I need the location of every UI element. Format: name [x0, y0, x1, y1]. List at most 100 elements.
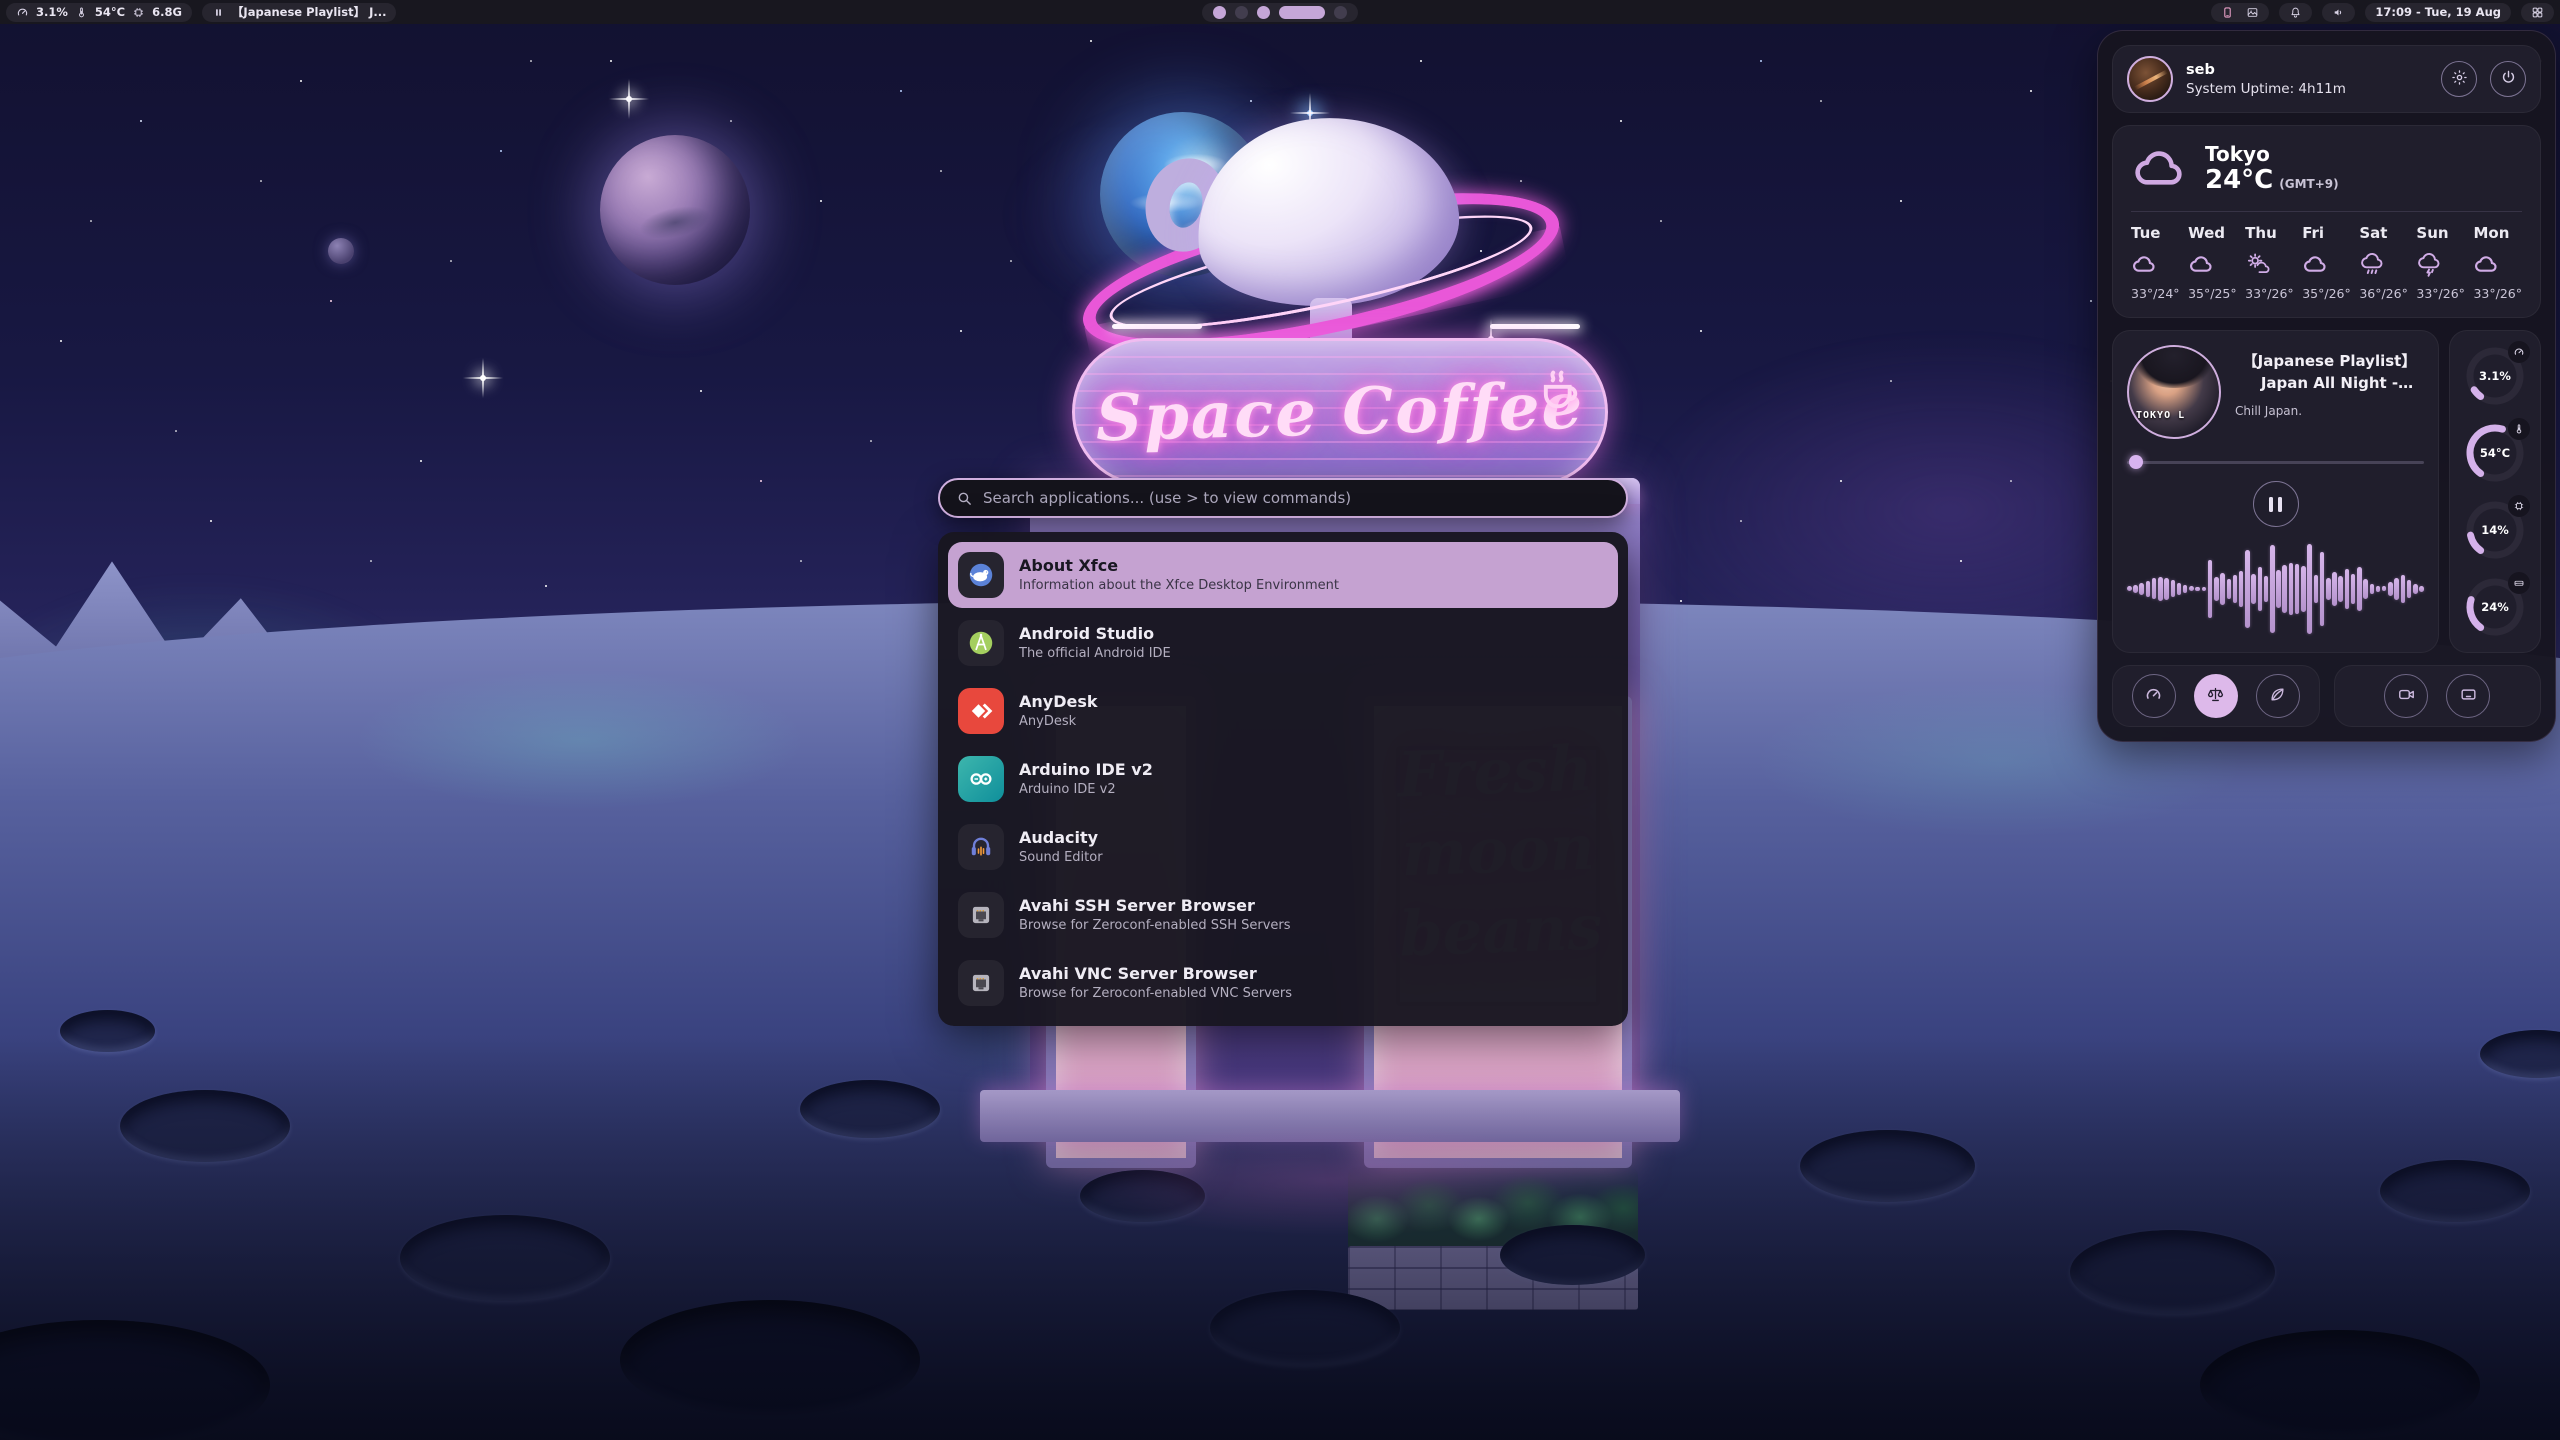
launcher-search[interactable]	[938, 478, 1628, 518]
now-playing-pill[interactable]: 【Japanese Playlist】 J...	[202, 3, 397, 22]
username: seb	[2186, 62, 2346, 78]
top-bar-left: 3.1% 54°C 6.8G 【Japanese Playlist】 J...	[6, 3, 396, 22]
avahi-app-icon	[958, 892, 1004, 938]
thermo-gauge-icon	[2508, 418, 2530, 440]
power-button[interactable]	[2490, 61, 2526, 97]
day-temps: 33°/26°	[2416, 286, 2465, 301]
waveform-bar	[2394, 578, 2399, 600]
system-stats-pill[interactable]: 3.1% 54°C 6.8G	[6, 3, 192, 22]
balanced-mode-button[interactable]	[2194, 674, 2238, 718]
workspace-dot[interactable]	[1334, 6, 1347, 19]
launcher-result-row[interactable]: Avahi SSH Server BrowserBrowse for Zeroc…	[948, 882, 1618, 948]
powersave-mode-button[interactable]	[2256, 674, 2300, 718]
weather-card: Tokyo 24°C(GMT+9) Tue33°/24°Wed35°/25°Th…	[2112, 125, 2541, 318]
waveform-bar	[2152, 578, 2157, 599]
storm-weather-icon	[2416, 251, 2443, 278]
profile-toggle-group	[2112, 665, 2320, 727]
leaf-icon	[2268, 685, 2287, 708]
speedometer-icon	[2144, 685, 2163, 708]
forecast-row: Tue33°/24°Wed35°/25°Thu33°/26°Fri35°/26°…	[2131, 224, 2522, 301]
notifications-pill[interactable]	[2279, 3, 2312, 22]
waveform-bar	[2139, 583, 2144, 595]
waveform-bar	[2276, 570, 2281, 608]
clock-pill[interactable]: 17:09 - Tue, 19 Aug	[2365, 3, 2511, 22]
waveform-bar	[2320, 552, 2325, 626]
waveform-bar	[2233, 575, 2238, 603]
avatar[interactable]	[2127, 56, 2173, 102]
launcher-result-row[interactable]: AudacitySound Editor	[948, 814, 1618, 880]
day-temps: 33°/24°	[2131, 286, 2180, 301]
waveform-bar	[2314, 575, 2319, 603]
system-gauge: 24%	[2463, 575, 2527, 639]
performance-mode-button[interactable]	[2132, 674, 2176, 718]
waveform-bar	[2289, 563, 2294, 615]
xfce-app-icon	[958, 552, 1004, 598]
app-description: Information about the Xfce Desktop Envir…	[1019, 579, 1339, 593]
waveform-bar	[2376, 586, 2381, 592]
seek-thumb[interactable]	[2129, 455, 2143, 469]
waveform-bar	[2146, 581, 2151, 597]
volume-pill[interactable]	[2322, 3, 2355, 22]
cpu-usage-value: 3.1%	[36, 5, 68, 19]
waveform-bar	[2295, 564, 2300, 614]
day-temps: 35°/25°	[2188, 286, 2237, 301]
workspace-dot[interactable]	[1279, 6, 1325, 19]
forecast-day: Fri35°/26°	[2302, 224, 2351, 301]
waveform-bar	[2401, 575, 2406, 603]
track-artist: Chill Japan.	[2235, 404, 2424, 418]
waveform-bar	[2189, 586, 2194, 591]
screen-icon	[2459, 685, 2478, 708]
launcher-result-row[interactable]: Avahi VNC Server BrowserBrowse for Zeroc…	[948, 950, 1618, 1016]
waveform-bar	[2133, 585, 2138, 593]
speedo-gauge-icon	[2508, 341, 2530, 363]
day-label: Tue	[2131, 224, 2160, 242]
pause-icon	[212, 6, 225, 19]
phone-link-icon[interactable]	[2221, 6, 2234, 19]
app-name: Audacity	[1019, 828, 1103, 847]
app-grid-pill[interactable]	[2521, 3, 2554, 22]
waveform-bar	[2332, 572, 2337, 606]
launcher-result-row[interactable]: AnyDeskAnyDesk	[948, 678, 1618, 744]
screenshot-button[interactable]	[2446, 674, 2490, 718]
forecast-day: Sun33°/26°	[2416, 224, 2465, 301]
waveform-bar	[2351, 574, 2356, 604]
screenshot-icon[interactable]	[2246, 6, 2259, 19]
search-input[interactable]	[983, 489, 1610, 507]
weather-temp: 24°C(GMT+9)	[2205, 166, 2339, 195]
app-description: Browse for Zeroconf-enabled VNC Servers	[1019, 987, 1292, 1001]
clock-label: 17:09 - Tue, 19 Aug	[2375, 5, 2501, 19]
seek-slider[interactable]	[2127, 455, 2424, 469]
audacity-app-icon	[958, 824, 1004, 870]
launcher-result-row[interactable]: About Xfce Information about the Xfce Des…	[948, 542, 1618, 608]
waveform-bar	[2282, 565, 2287, 613]
play-pause-button[interactable]	[2253, 481, 2299, 527]
app-name: Avahi SSH Server Browser	[1019, 896, 1291, 915]
app-description: AnyDesk	[1019, 715, 1098, 729]
workspace-dot[interactable]	[1235, 6, 1248, 19]
waveform-bar	[2388, 582, 2393, 596]
workspace-dot[interactable]	[1257, 6, 1270, 19]
waveform-bar	[2220, 573, 2225, 605]
workspace-dot[interactable]	[1213, 6, 1226, 19]
launcher-result-row[interactable]: Arduino IDE v2Arduino IDE v2	[948, 746, 1618, 812]
day-label: Wed	[2188, 224, 2225, 242]
day-label: Mon	[2473, 224, 2509, 242]
waveform-bar	[2127, 586, 2132, 591]
scales-icon	[2206, 685, 2225, 708]
system-gauge: 54°C	[2463, 421, 2527, 485]
cloud-weather-icon	[2188, 251, 2215, 278]
launcher-result-row[interactable]: Android StudioThe official Android IDE	[948, 610, 1618, 676]
desktop: Fresh moon beans Space Coffee	[0, 0, 2560, 1440]
settings-button[interactable]	[2441, 61, 2477, 97]
day-label: Sat	[2359, 224, 2387, 242]
chip-gauge-icon	[2508, 495, 2530, 517]
waveform-bar	[2202, 587, 2207, 591]
app-name: About Xfce	[1019, 556, 1339, 575]
forecast-day: Tue 33°/24°	[2131, 224, 2180, 301]
album-art[interactable]: TOKYO L	[2127, 345, 2221, 439]
quick-icons-pill	[2211, 3, 2269, 22]
album-art-text: TOKYO L	[2136, 410, 2185, 421]
workspace-indicator[interactable]	[1202, 3, 1358, 22]
screen-record-button[interactable]	[2384, 674, 2428, 718]
day-temps: 35°/26°	[2302, 286, 2351, 301]
